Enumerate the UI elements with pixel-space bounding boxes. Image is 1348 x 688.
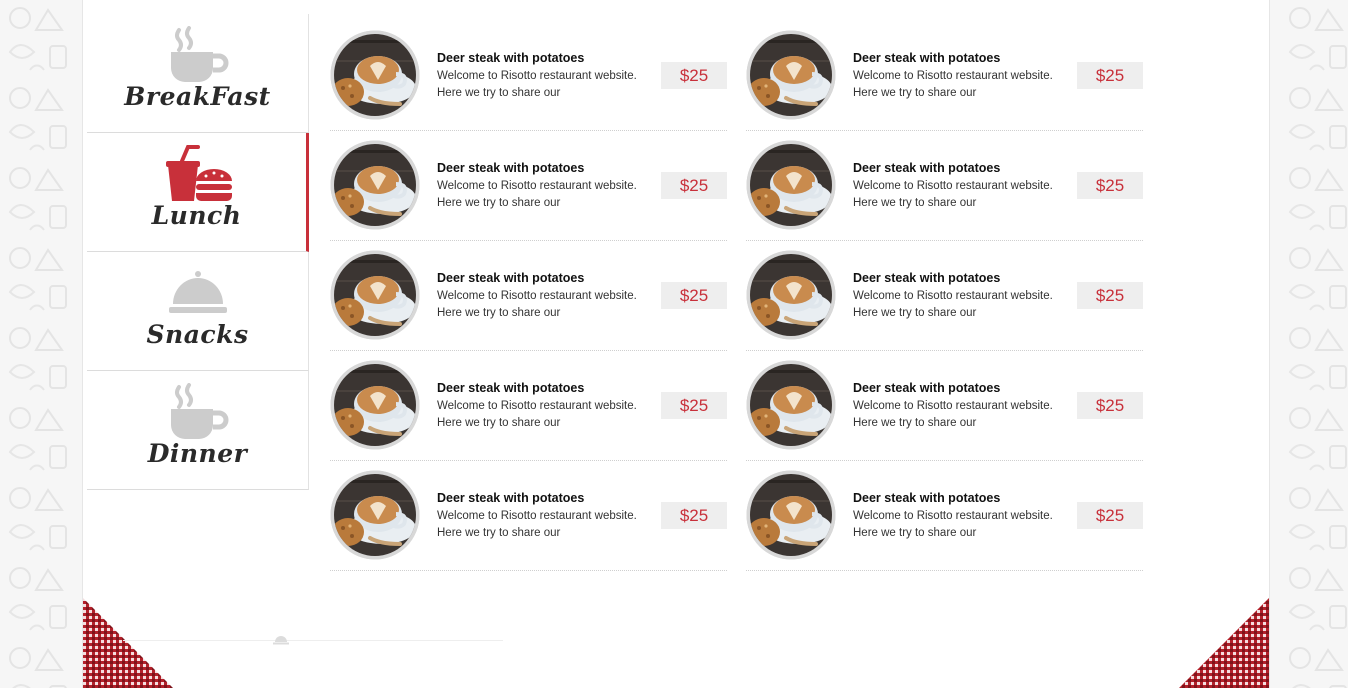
menu-item-name: Deer steak with potatoes bbox=[437, 271, 585, 285]
tablecloth-corner-right bbox=[1179, 598, 1269, 688]
menu-item-price: $25 bbox=[1077, 62, 1143, 89]
menu-item[interactable]: Deer steak with potatoes Welcome to Risot… bbox=[746, 140, 1143, 241]
menu-item-description: Welcome to Risotto restaurant website. H… bbox=[853, 180, 1053, 209]
menu-item[interactable]: Deer steak with potatoes Welcome to Risot… bbox=[330, 360, 727, 461]
menu-item-name: Deer steak with potatoes bbox=[437, 381, 585, 395]
menu-item-name: Deer steak with potatoes bbox=[853, 491, 1001, 505]
tab-dinner[interactable]: Dinner bbox=[87, 371, 309, 490]
coffee-latte-image bbox=[330, 470, 420, 560]
menu-item-price: $25 bbox=[1077, 172, 1143, 199]
menu-item-name: Deer steak with potatoes bbox=[437, 161, 585, 175]
tab-snacks[interactable]: Snacks bbox=[87, 252, 309, 371]
menu-item[interactable]: Deer steak with potatoes Welcome to Risot… bbox=[746, 30, 1143, 131]
soda-burger-icon bbox=[165, 145, 232, 201]
menu-item-name: Deer steak with potatoes bbox=[853, 271, 1001, 285]
menu-item-name: Deer steak with potatoes bbox=[437, 491, 585, 505]
menu-item[interactable]: Deer steak with potatoes Welcome to Risot… bbox=[330, 250, 727, 351]
menu-item-description: Welcome to Risotto restaurant website. H… bbox=[853, 400, 1053, 429]
tab-breakfast[interactable]: BreakFast bbox=[87, 14, 309, 133]
coffee-cup-icon bbox=[170, 383, 228, 439]
menu-item[interactable]: Deer steak with potatoes Welcome to Risot… bbox=[330, 30, 727, 131]
menu-item-price: $25 bbox=[661, 282, 727, 309]
tab-label: Dinner bbox=[147, 439, 248, 468]
menu-item[interactable]: Deer steak with potatoes Welcome to Risot… bbox=[746, 470, 1143, 571]
menu-item-name: Deer steak with potatoes bbox=[853, 161, 1001, 175]
menu-item-description: Welcome to Risotto restaurant website. H… bbox=[853, 510, 1053, 539]
menu-item-price: $25 bbox=[661, 62, 727, 89]
menu-item-price: $25 bbox=[1077, 282, 1143, 309]
menu-item-description: Welcome to Risotto restaurant website. H… bbox=[853, 70, 1053, 99]
menu-item-price: $25 bbox=[1077, 502, 1143, 529]
menu-item-description: Welcome to Risotto restaurant website. H… bbox=[437, 70, 637, 99]
menu-item[interactable]: Deer steak with potatoes Welcome to Risot… bbox=[746, 360, 1143, 461]
menu-item-description: Welcome to Risotto restaurant website. H… bbox=[853, 290, 1053, 319]
coffee-latte-image bbox=[746, 30, 836, 120]
menu-item-price: $25 bbox=[1077, 392, 1143, 419]
tab-label: BreakFast bbox=[124, 82, 271, 111]
menu-item-price: $25 bbox=[661, 502, 727, 529]
coffee-latte-image bbox=[330, 30, 420, 120]
menu-item-name: Deer steak with potatoes bbox=[853, 51, 1001, 65]
cloche-divider-icon bbox=[273, 636, 289, 645]
menu-item-name: Deer steak with potatoes bbox=[853, 381, 1001, 395]
footer-divider bbox=[123, 640, 503, 641]
coffee-latte-image bbox=[746, 360, 836, 450]
menu-item-description: Welcome to Risotto restaurant website. H… bbox=[437, 510, 637, 539]
menu-item[interactable]: Deer steak with potatoes Welcome to Risot… bbox=[330, 140, 727, 241]
tab-label: Snacks bbox=[146, 320, 249, 349]
menu-item-description: Welcome to Risotto restaurant website. H… bbox=[437, 180, 637, 209]
menu-item[interactable]: Deer steak with potatoes Welcome to Risot… bbox=[330, 470, 727, 571]
menu-item-description: Welcome to Risotto restaurant website. H… bbox=[437, 290, 637, 319]
cloche-icon bbox=[168, 271, 227, 313]
menu-item-price: $25 bbox=[661, 392, 727, 419]
coffee-latte-image bbox=[330, 250, 420, 340]
coffee-cup-icon bbox=[170, 26, 228, 82]
coffee-latte-image bbox=[330, 140, 420, 230]
coffee-latte-image bbox=[746, 470, 836, 560]
menu-item-description: Welcome to Risotto restaurant website. H… bbox=[437, 400, 637, 429]
tablecloth-corner-left bbox=[83, 598, 173, 688]
tab-label: Lunch bbox=[151, 201, 242, 230]
menu-item[interactable]: Deer steak with potatoes Welcome to Risot… bbox=[746, 250, 1143, 351]
coffee-latte-image bbox=[746, 250, 836, 340]
coffee-latte-image bbox=[330, 360, 420, 450]
menu-item-price: $25 bbox=[661, 172, 727, 199]
menu-card: BreakFast Lunch Snacks Dinner Deer steak… bbox=[82, 0, 1270, 688]
menu-category-tabs: BreakFast Lunch Snacks Dinner bbox=[87, 14, 309, 490]
tab-lunch[interactable]: Lunch bbox=[87, 133, 309, 252]
coffee-latte-image bbox=[746, 140, 836, 230]
menu-item-name: Deer steak with potatoes bbox=[437, 51, 585, 65]
